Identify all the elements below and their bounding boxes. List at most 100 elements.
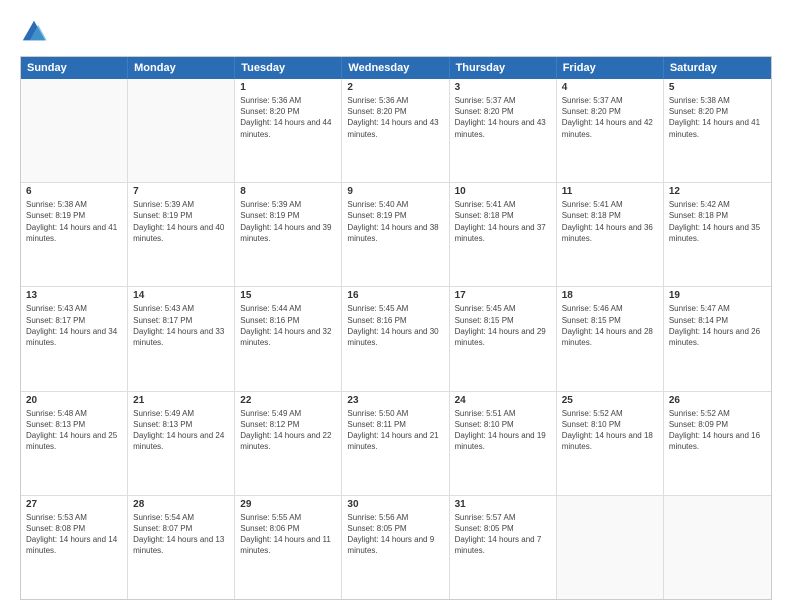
calendar-cell: 19Sunrise: 5:47 AM Sunset: 8:14 PM Dayli…: [664, 287, 771, 390]
cell-info: Sunrise: 5:51 AM Sunset: 8:10 PM Dayligh…: [455, 408, 551, 453]
day-number: 27: [26, 499, 122, 510]
day-number: 19: [669, 290, 766, 301]
day-number: 15: [240, 290, 336, 301]
day-number: 26: [669, 395, 766, 406]
calendar-row-4: 27 Sunrise: 5:53 AM Sunset: 8:08 PM Dayli…: [21, 496, 771, 599]
cell-info: Sunrise: 5:49 AM Sunset: 8:13 PM Dayligh…: [133, 408, 229, 453]
calendar-cell: [557, 496, 664, 599]
header-day-friday: Friday: [557, 57, 664, 79]
day-number: 3: [455, 82, 551, 93]
calendar-cell: [21, 79, 128, 182]
calendar-row-1: 6Sunrise: 5:38 AM Sunset: 8:19 PM Daylig…: [21, 183, 771, 287]
calendar-cell: 8 Sunrise: 5:39 AM Sunset: 8:19 PM Daylig…: [235, 183, 342, 286]
header: [20, 18, 772, 46]
cell-info: Sunrise: 5:38 AM Sunset: 8:20 PM Dayligh…: [669, 95, 766, 140]
calendar-cell: 31Sunrise: 5:57 AM Sunset: 8:05 PM Dayli…: [450, 496, 557, 599]
cell-info: Sunrise: 5:38 AM Sunset: 8:19 PM Dayligh…: [26, 199, 122, 244]
calendar-cell: 12 Sunrise: 5:42 AM Sunset: 8:18 PM Dayli…: [664, 183, 771, 286]
day-number: 1: [240, 82, 336, 93]
cell-info: Sunrise: 5:52 AM Sunset: 8:09 PM Dayligh…: [669, 408, 766, 453]
day-number: 10: [455, 186, 551, 197]
calendar-cell: 28 Sunrise: 5:54 AM Sunset: 8:07 PM Dayli…: [128, 496, 235, 599]
cell-info: Sunrise: 5:50 AM Sunset: 8:11 PM Dayligh…: [347, 408, 443, 453]
day-number: 21: [133, 395, 229, 406]
calendar-cell: 15Sunrise: 5:44 AM Sunset: 8:16 PM Dayli…: [235, 287, 342, 390]
calendar-row-3: 20 Sunrise: 5:48 AM Sunset: 8:13 PM Dayli…: [21, 392, 771, 496]
cell-info: Sunrise: 5:37 AM Sunset: 8:20 PM Dayligh…: [455, 95, 551, 140]
calendar-cell: 22 Sunrise: 5:49 AM Sunset: 8:12 PM Dayli…: [235, 392, 342, 495]
calendar-cell: 3 Sunrise: 5:37 AM Sunset: 8:20 PM Daylig…: [450, 79, 557, 182]
day-number: 8: [240, 186, 336, 197]
day-number: 4: [562, 82, 658, 93]
calendar-cell: 5 Sunrise: 5:38 AM Sunset: 8:20 PM Daylig…: [664, 79, 771, 182]
day-number: 23: [347, 395, 443, 406]
logo: [20, 18, 52, 46]
cell-info: Sunrise: 5:36 AM Sunset: 8:20 PM Dayligh…: [240, 95, 336, 140]
calendar-cell: 6Sunrise: 5:38 AM Sunset: 8:19 PM Daylig…: [21, 183, 128, 286]
cell-info: Sunrise: 5:39 AM Sunset: 8:19 PM Dayligh…: [240, 199, 336, 244]
calendar-cell: 23 Sunrise: 5:50 AM Sunset: 8:11 PM Dayli…: [342, 392, 449, 495]
calendar-cell: 25 Sunrise: 5:52 AM Sunset: 8:10 PM Dayli…: [557, 392, 664, 495]
calendar-cell: 1 Sunrise: 5:36 AM Sunset: 8:20 PM Daylig…: [235, 79, 342, 182]
calendar-cell: 2Sunrise: 5:36 AM Sunset: 8:20 PM Daylig…: [342, 79, 449, 182]
cell-info: Sunrise: 5:57 AM Sunset: 8:05 PM Dayligh…: [455, 512, 551, 557]
header-day-monday: Monday: [128, 57, 235, 79]
calendar-cell: 17 Sunrise: 5:45 AM Sunset: 8:15 PM Dayli…: [450, 287, 557, 390]
day-number: 9: [347, 186, 443, 197]
calendar-cell: 9Sunrise: 5:40 AM Sunset: 8:19 PM Daylig…: [342, 183, 449, 286]
day-number: 28: [133, 499, 229, 510]
cell-info: Sunrise: 5:54 AM Sunset: 8:07 PM Dayligh…: [133, 512, 229, 557]
cell-info: Sunrise: 5:46 AM Sunset: 8:15 PM Dayligh…: [562, 303, 658, 348]
day-number: 30: [347, 499, 443, 510]
calendar-cell: 20 Sunrise: 5:48 AM Sunset: 8:13 PM Dayli…: [21, 392, 128, 495]
calendar-row-2: 13 Sunrise: 5:43 AM Sunset: 8:17 PM Dayli…: [21, 287, 771, 391]
cell-info: Sunrise: 5:43 AM Sunset: 8:17 PM Dayligh…: [133, 303, 229, 348]
day-number: 5: [669, 82, 766, 93]
calendar-row-0: 1 Sunrise: 5:36 AM Sunset: 8:20 PM Daylig…: [21, 79, 771, 183]
day-number: 16: [347, 290, 443, 301]
calendar-cell: 21 Sunrise: 5:49 AM Sunset: 8:13 PM Dayli…: [128, 392, 235, 495]
cell-info: Sunrise: 5:42 AM Sunset: 8:18 PM Dayligh…: [669, 199, 766, 244]
day-number: 14: [133, 290, 229, 301]
day-number: 11: [562, 186, 658, 197]
day-number: 12: [669, 186, 766, 197]
calendar-cell: 16 Sunrise: 5:45 AM Sunset: 8:16 PM Dayli…: [342, 287, 449, 390]
cell-info: Sunrise: 5:49 AM Sunset: 8:12 PM Dayligh…: [240, 408, 336, 453]
logo-icon: [20, 18, 48, 46]
calendar-body: 1 Sunrise: 5:36 AM Sunset: 8:20 PM Daylig…: [21, 79, 771, 599]
calendar-header: SundayMondayTuesdayWednesdayThursdayFrid…: [21, 57, 771, 79]
calendar-cell: [128, 79, 235, 182]
cell-info: Sunrise: 5:48 AM Sunset: 8:13 PM Dayligh…: [26, 408, 122, 453]
cell-info: Sunrise: 5:41 AM Sunset: 8:18 PM Dayligh…: [562, 199, 658, 244]
calendar-cell: 24 Sunrise: 5:51 AM Sunset: 8:10 PM Dayli…: [450, 392, 557, 495]
calendar-cell: 7Sunrise: 5:39 AM Sunset: 8:19 PM Daylig…: [128, 183, 235, 286]
day-number: 24: [455, 395, 551, 406]
calendar-cell: [664, 496, 771, 599]
calendar-cell: 26 Sunrise: 5:52 AM Sunset: 8:09 PM Dayli…: [664, 392, 771, 495]
header-day-wednesday: Wednesday: [342, 57, 449, 79]
day-number: 18: [562, 290, 658, 301]
day-number: 17: [455, 290, 551, 301]
calendar-cell: 14 Sunrise: 5:43 AM Sunset: 8:17 PM Dayli…: [128, 287, 235, 390]
cell-info: Sunrise: 5:43 AM Sunset: 8:17 PM Dayligh…: [26, 303, 122, 348]
day-number: 22: [240, 395, 336, 406]
day-number: 13: [26, 290, 122, 301]
cell-info: Sunrise: 5:55 AM Sunset: 8:06 PM Dayligh…: [240, 512, 336, 557]
header-day-tuesday: Tuesday: [235, 57, 342, 79]
page: SundayMondayTuesdayWednesdayThursdayFrid…: [0, 0, 792, 612]
cell-info: Sunrise: 5:52 AM Sunset: 8:10 PM Dayligh…: [562, 408, 658, 453]
header-day-saturday: Saturday: [664, 57, 771, 79]
calendar-cell: 11 Sunrise: 5:41 AM Sunset: 8:18 PM Dayli…: [557, 183, 664, 286]
day-number: 7: [133, 186, 229, 197]
cell-info: Sunrise: 5:37 AM Sunset: 8:20 PM Dayligh…: [562, 95, 658, 140]
day-number: 20: [26, 395, 122, 406]
day-number: 2: [347, 82, 443, 93]
cell-info: Sunrise: 5:53 AM Sunset: 8:08 PM Dayligh…: [26, 512, 122, 557]
cell-info: Sunrise: 5:41 AM Sunset: 8:18 PM Dayligh…: [455, 199, 551, 244]
calendar: SundayMondayTuesdayWednesdayThursdayFrid…: [20, 56, 772, 600]
day-number: 25: [562, 395, 658, 406]
cell-info: Sunrise: 5:45 AM Sunset: 8:16 PM Dayligh…: [347, 303, 443, 348]
cell-info: Sunrise: 5:56 AM Sunset: 8:05 PM Dayligh…: [347, 512, 443, 557]
calendar-cell: 18 Sunrise: 5:46 AM Sunset: 8:15 PM Dayli…: [557, 287, 664, 390]
cell-info: Sunrise: 5:45 AM Sunset: 8:15 PM Dayligh…: [455, 303, 551, 348]
